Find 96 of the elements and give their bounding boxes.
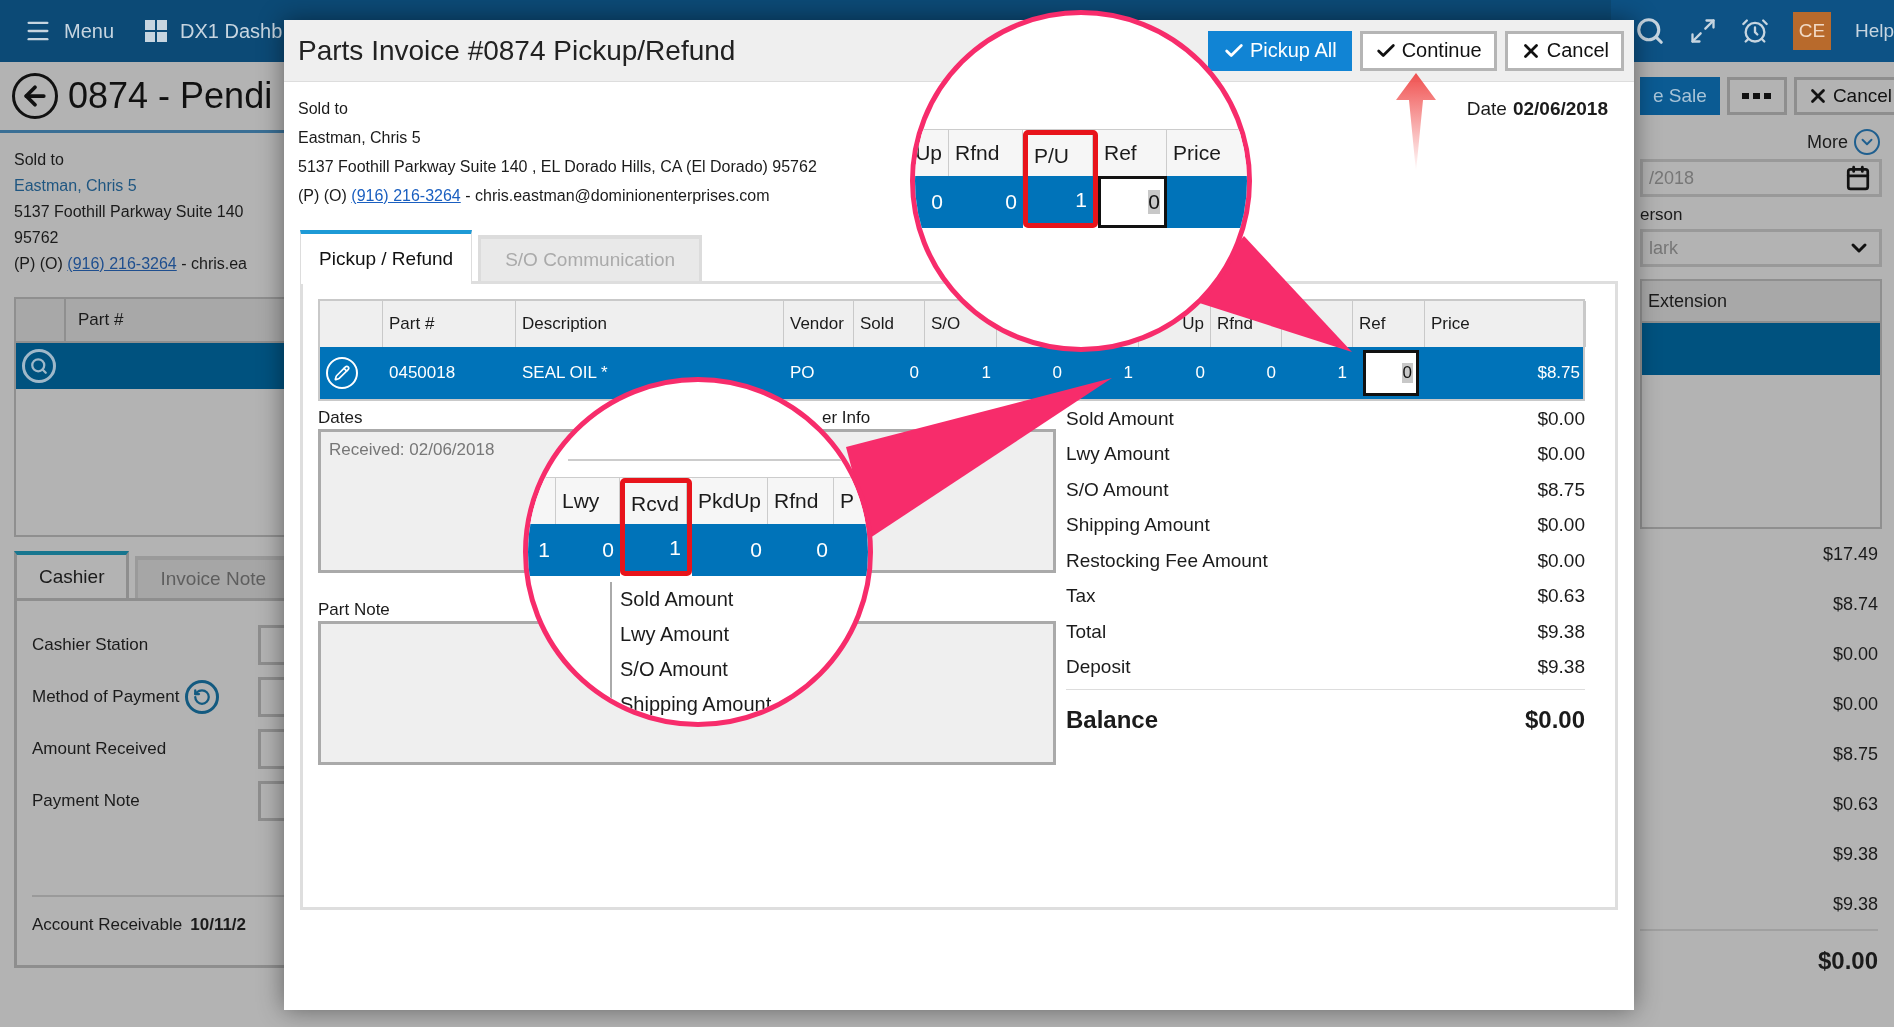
table-cell: 1 [1123,363,1133,383]
address-text: 5137 Foothill Parkway Suite 140 [14,202,244,222]
customer-name: Eastman, Chris 5 [298,128,421,148]
column-header: Ref [1359,314,1386,334]
summary-label: Sold Amount [620,587,734,612]
summary-value: $8.75 [1537,478,1585,501]
received-date: Received: 02/06/2018 [329,440,495,459]
email-text: - chris.ea [181,255,247,272]
field-label: Cashier Station [32,635,149,655]
total-value: $17.49 [1822,543,1878,565]
column-header: Part # [389,314,435,334]
summary-label: Restocking Fee Amount [1066,549,1268,572]
column-header: Part # [64,299,124,341]
column-header: Vendor [790,314,844,334]
total-value: $9.38 [1832,843,1878,865]
summary-label: Total [1066,620,1107,643]
summary-label: Deposit [1066,656,1131,679]
account-receivable-label: Account Receivable [32,915,183,935]
contact-label: (P) (O) [298,187,347,204]
table-cell: 0 [909,363,919,383]
summary-label: S/O Amount [620,657,728,682]
address-text: 5137 Foothill Parkway Suite 140 , EL Dorado Hills, CA (El Dorado) 95762 [298,157,817,177]
table-cell: 1 [625,524,687,571]
sold-to-label: Sold to [14,150,64,170]
balance-value: $0.00 [1817,947,1878,975]
summary-value: $0.00 [1537,443,1585,466]
summary-value: $0.63 [1537,585,1585,608]
column-header: Price [1167,130,1247,176]
column-header: Rfnd [768,478,834,524]
field-label: Method of Payment [32,687,180,707]
table-cell: 0 [949,176,1023,228]
table-cell: 0 [556,524,620,576]
column-header: Rfnd [1217,314,1253,334]
column-header: Description [522,314,608,334]
column-header: Up [915,130,949,176]
date-value: 02/06/2018 [1512,98,1608,121]
total-value: $0.63 [1832,793,1878,815]
field-label: Payment Note [32,791,140,811]
total-value: $8.74 [1832,593,1878,615]
table-cell: 1 [1028,176,1093,223]
total-value: $9.38 [1832,893,1878,915]
summary-label: Tax [1066,585,1096,608]
summary-value: $9.38 [1537,620,1585,643]
column-header: S/O [931,314,961,334]
sold-to-label: Sold to [298,99,348,119]
column-header: P [834,478,868,524]
table-cell: 0 [1052,363,1062,383]
column-header: Price [1431,314,1470,334]
table-cell: 0 [768,524,834,576]
dialog-title: Parts Invoice #0874 Pickup/Refund [298,34,736,67]
column-header: Rcvd [625,483,687,524]
table-cell: 0 [1266,363,1276,383]
summary-label: S/O Amount [1066,478,1169,501]
table-cell: $8.75 [1537,363,1580,383]
table-cell: 0450018 [389,363,456,383]
table-cell: 1 [1337,363,1347,383]
total-value: $0.00 [1832,643,1878,665]
column-header: Ref [1098,130,1167,176]
summary-value: $0.00 [1537,549,1585,572]
column-header: Sold [860,314,895,334]
summary-label: Lwy Amount [620,622,729,647]
page-title: 0874 - Pendi [68,75,273,117]
summary-label: Sold Amount [1066,407,1174,430]
contact-label: (P) (O) [14,255,63,272]
date-label: Date [1466,98,1507,121]
column-header: Extension [1647,290,1728,312]
column-header: Lwy [556,478,620,524]
summary-label: Shipping Amount [620,692,772,717]
summary-value: $0.00 [1537,514,1585,537]
column-header: Rfnd [949,130,1023,176]
email-text: - chris.eastman@dominionenterprises.com [465,187,770,204]
table-cell: 0 [692,524,768,576]
column-header: PkdUp [692,478,768,524]
balance-value: $0.00 [1524,705,1585,734]
zip-text: 95762 [14,228,59,248]
column-header: P/U [1028,135,1093,176]
summary-value: $0.00 [1537,407,1585,430]
summary-value: $9.38 [1537,656,1585,679]
table-cell: 0 [915,176,949,228]
table-cell: SEAL OIL * [522,363,608,383]
table-cell: PO [790,363,815,383]
field-label: Amount Received [32,739,167,759]
table-cell: 0 [1195,363,1205,383]
column-header: Up [1182,314,1204,334]
summary-label: Lwy Amount [1066,443,1170,466]
table-cell: 1 [981,363,991,383]
section-label: Dates [318,407,363,429]
section-label: Part Note [318,599,390,621]
total-value: $8.75 [1832,743,1878,765]
balance-label: Balance [1066,705,1159,734]
summary-label: Shipping Amount [1066,514,1210,537]
field-label: erson [1640,205,1684,225]
account-receivable-date: 10/11/2 [190,915,247,935]
table-cell: 1 [528,524,556,576]
total-value: $0.00 [1832,693,1878,715]
section-label: er Info [822,407,871,429]
